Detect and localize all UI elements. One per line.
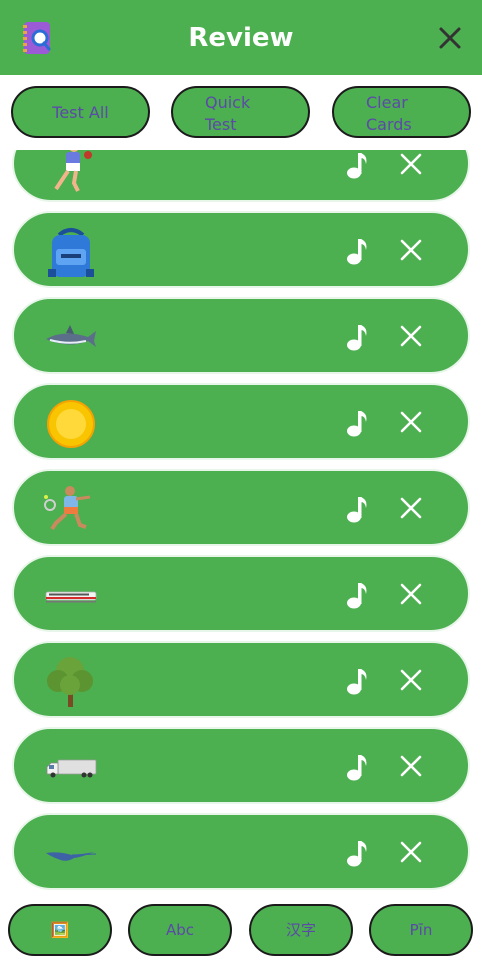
hanzi-mode-label: 汉字 [285,921,316,939]
music-note-icon[interactable] [346,667,370,695]
music-note-icon[interactable] [346,409,370,437]
sun-icon [47,400,95,448]
music-note-icon[interactable] [346,495,370,523]
test-all-label: Test All [52,103,109,122]
tennis-player-icon [44,486,91,531]
card-item[interactable] [12,727,470,804]
train-icon [45,591,97,603]
close-icon[interactable] [400,497,422,519]
page-title: Review [188,23,294,53]
card-item[interactable] [12,150,470,202]
close-icon[interactable] [400,411,422,433]
shark-icon [46,325,96,347]
quick-test-button[interactable]: Quick Test [171,86,310,138]
music-note-icon[interactable] [346,151,370,179]
stingray-icon [46,852,97,861]
music-note-icon[interactable] [346,323,370,351]
picture-mode-label: 🖼️ [50,921,70,939]
pinyin-mode-button[interactable]: Pīn [369,904,473,956]
close-icon[interactable] [400,583,422,605]
hanzi-mode-button[interactable]: 汉字 [249,904,353,956]
card-item[interactable] [12,641,470,718]
truck-icon [46,759,97,778]
music-note-icon[interactable] [346,839,370,867]
music-note-icon[interactable] [346,581,370,609]
app-header: Review [0,0,482,75]
card-item[interactable] [12,555,470,632]
test-all-button[interactable]: Test All [11,86,150,138]
card-item[interactable] [12,813,470,890]
card-item[interactable] [12,469,470,546]
close-icon[interactable] [400,239,422,261]
music-note-icon[interactable] [346,753,370,781]
pinyin-mode-label: Pīn [409,921,433,939]
tree-icon [47,657,93,707]
latin-mode-button[interactable]: Abc [128,904,232,956]
card-item[interactable] [12,297,470,374]
clear-cards-button[interactable]: Clear Cards [332,86,471,138]
close-icon[interactable] [400,669,422,691]
close-icon[interactable] [400,325,422,347]
card-item[interactable] [12,383,470,460]
card-item[interactable] [12,211,470,288]
card-list[interactable] [0,150,482,895]
quick-test-label: Quick Test [205,93,251,134]
baseball-player-icon [54,150,92,192]
clear-cards-label: Clear Cards [366,93,412,134]
close-icon[interactable] [400,841,422,863]
music-note-icon[interactable] [346,237,370,265]
latin-mode-label: Abc [165,921,195,939]
close-icon[interactable] [400,153,422,175]
picture-mode-button[interactable]: 🖼️ [8,904,112,956]
close-icon[interactable] [436,24,464,52]
backpack-icon [48,228,94,277]
close-icon[interactable] [400,755,422,777]
